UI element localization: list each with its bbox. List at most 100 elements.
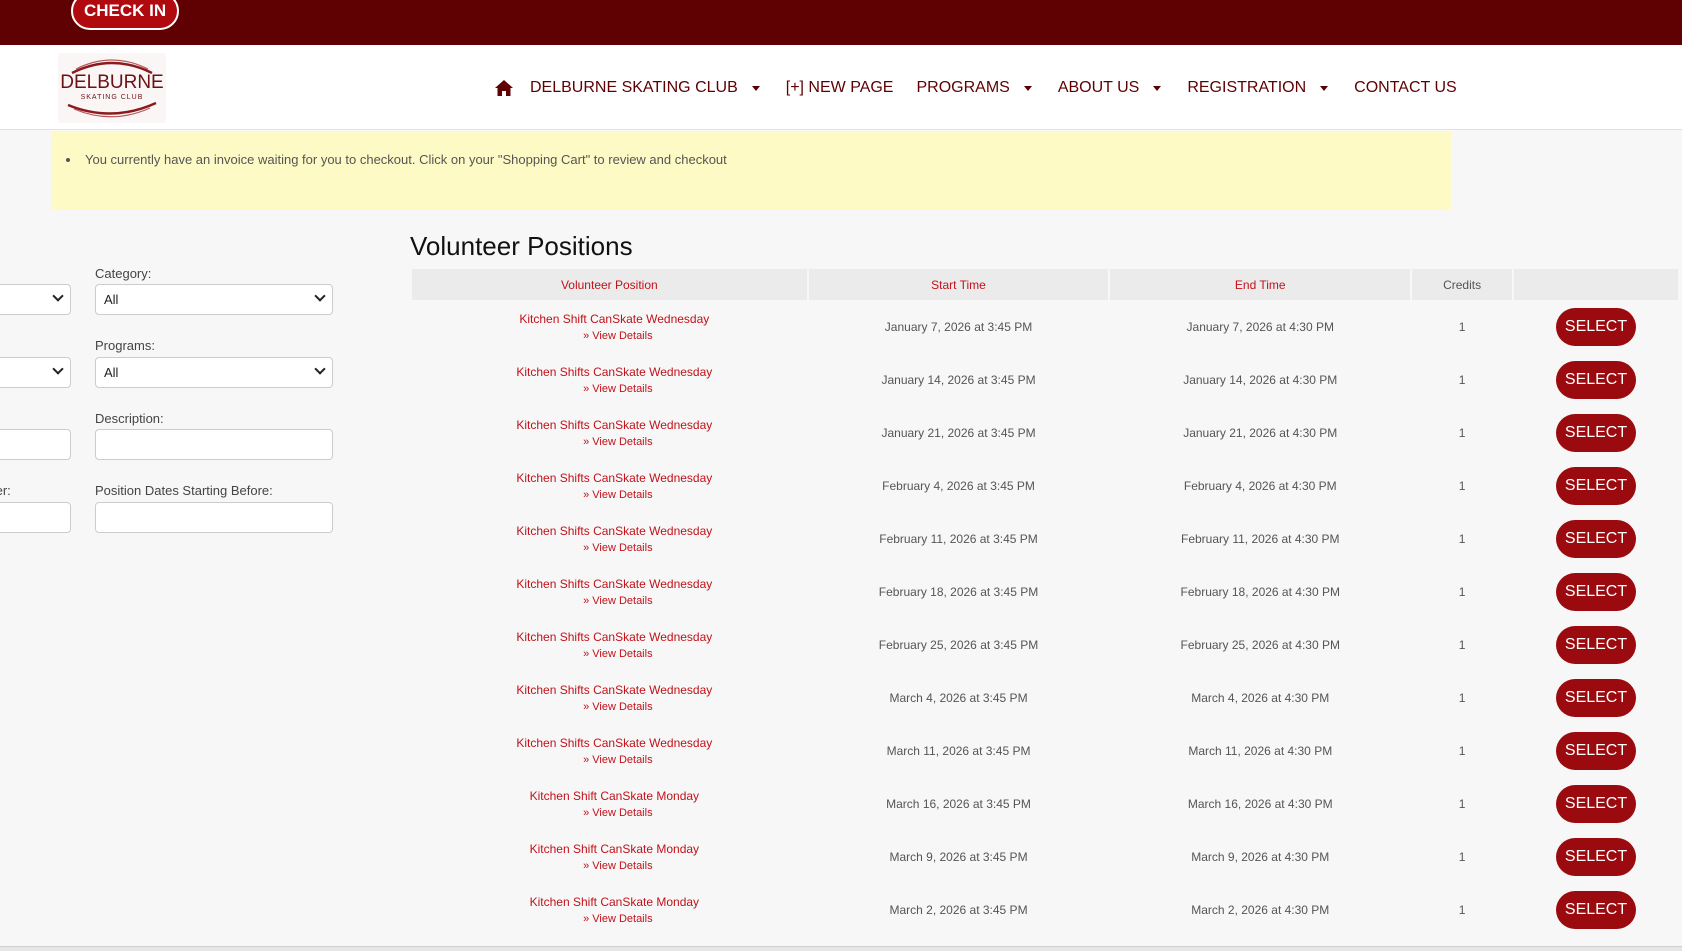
position-name-link[interactable]: Kitchen Shift CanSkate Monday	[422, 895, 807, 909]
nav-item-label: PROGRAMS	[916, 79, 1010, 96]
credits-cell: 1	[1458, 372, 1466, 387]
start-time-cell: March 4, 2026 at 3:45 PM	[889, 690, 1028, 705]
column-header-credits: Credits	[1412, 269, 1513, 300]
caret-down-icon	[751, 85, 760, 91]
select-button[interactable]: SELECT	[1556, 413, 1637, 452]
position-cell: Kitchen Shifts CanSkate Wednesday » View …	[412, 512, 807, 565]
start-time-cell: January 14, 2026 at 3:45 PM	[881, 372, 1036, 387]
position-name-link[interactable]: Kitchen Shift CanSkate Monday	[422, 842, 807, 856]
start-time-cell: March 9, 2026 at 3:45 PM	[889, 849, 1028, 864]
end-time-cell: March 16, 2026 at 4:30 PM	[1187, 796, 1333, 811]
volunteer-positions-table: Volunteer Position Start Time End Time C…	[410, 269, 1680, 936]
left-filter-select[interactable]	[0, 284, 71, 315]
position-cell: Kitchen Shifts CanSkate Wednesday » View …	[412, 353, 807, 406]
view-details-link[interactable]: » View Details	[422, 330, 807, 342]
select-button[interactable]: SELECT	[1556, 731, 1637, 770]
view-details-link[interactable]: » View Details	[422, 383, 807, 395]
logo-graphic: DELBURNE SKATING CLUB	[60, 59, 164, 118]
column-header-position[interactable]: Volunteer Position	[412, 269, 807, 300]
left-filter-input[interactable]	[0, 429, 71, 460]
start-time-cell: March 16, 2026 at 3:45 PM	[886, 796, 1031, 811]
category-select-value: All	[104, 292, 119, 307]
end-time-cell: March 2, 2026 at 4:30 PM	[1191, 902, 1330, 917]
position-name-link[interactable]: Kitchen Shift CanSkate Monday	[422, 789, 807, 803]
select-button[interactable]: SELECT	[1556, 572, 1637, 611]
dates-before-input[interactable]	[95, 502, 333, 533]
view-details-link[interactable]: » View Details	[422, 807, 807, 819]
select-button[interactable]: SELECT	[1556, 890, 1637, 929]
select-button[interactable]: SELECT	[1556, 519, 1637, 558]
credits-cell: 1	[1458, 743, 1466, 758]
table-row: Kitchen Shift CanSkate Monday » View Deta…	[412, 883, 1678, 936]
start-time-cell: March 2, 2026 at 3:45 PM	[889, 902, 1028, 917]
view-details-link[interactable]: » View Details	[422, 701, 807, 713]
nav-item-new-page[interactable]: [+] NEW PAGE	[786, 79, 894, 97]
credits-cell: 1	[1458, 902, 1466, 917]
table-row: Kitchen Shifts CanSkate Wednesday » View …	[412, 512, 1678, 565]
nav-item-about-us[interactable]: ABOUT US	[1058, 79, 1162, 97]
home-icon[interactable]	[494, 79, 514, 97]
position-cell: Kitchen Shifts CanSkate Wednesday » View …	[412, 671, 807, 724]
main-navbar: DELBURNE SKATING CLUB DELBURNE SKATING C…	[0, 45, 1682, 130]
view-details-link[interactable]: » View Details	[422, 595, 807, 607]
table-row: Kitchen Shift CanSkate Monday » View Deta…	[412, 777, 1678, 830]
action-cell: SELECT	[1514, 300, 1678, 353]
left-filter-date-input[interactable]	[0, 502, 71, 533]
credits-cell: 1	[1458, 849, 1466, 864]
view-details-link[interactable]: » View Details	[422, 860, 807, 872]
programs-select[interactable]: All	[95, 357, 333, 388]
nav-item-contact-us[interactable]: CONTACT US	[1354, 79, 1457, 97]
select-button[interactable]: SELECT	[1556, 360, 1637, 399]
position-cell: Kitchen Shifts CanSkate Wednesday » View …	[412, 618, 807, 671]
view-details-link[interactable]: » View Details	[422, 436, 807, 448]
table-row: Kitchen Shifts CanSkate Wednesday » View …	[412, 406, 1678, 459]
position-name-link[interactable]: Kitchen Shifts CanSkate Wednesday	[422, 736, 807, 750]
position-name-link[interactable]: Kitchen Shifts CanSkate Wednesday	[422, 524, 807, 538]
table-header-row: Volunteer Position Start Time End Time C…	[412, 269, 1678, 300]
position-name-link[interactable]: Kitchen Shifts CanSkate Wednesday	[422, 418, 807, 432]
position-cell: Kitchen Shift CanSkate Monday » View Deta…	[412, 883, 807, 936]
category-select[interactable]: All	[95, 284, 333, 315]
nav-item-delburne-skating-club[interactable]: DELBURNE SKATING CLUB	[530, 79, 760, 97]
description-input[interactable]	[95, 429, 333, 460]
nav-item-label: DELBURNE SKATING CLUB	[530, 79, 738, 96]
view-details-link[interactable]: » View Details	[422, 648, 807, 660]
position-name-link[interactable]: Kitchen Shifts CanSkate Wednesday	[422, 365, 807, 379]
position-name-link[interactable]: Kitchen Shifts CanSkate Wednesday	[422, 683, 807, 697]
end-time-cell: March 9, 2026 at 4:30 PM	[1191, 849, 1330, 864]
club-logo[interactable]: DELBURNE SKATING CLUB	[58, 53, 166, 123]
position-name-link[interactable]: Kitchen Shifts CanSkate Wednesday	[422, 630, 807, 644]
left-filter-select-2[interactable]	[0, 357, 71, 388]
programs-label: Programs:	[95, 338, 155, 353]
select-button[interactable]: SELECT	[1556, 466, 1637, 505]
top-bar: CHECK IN	[0, 0, 1682, 45]
nav-item-programs[interactable]: PROGRAMS	[916, 79, 1032, 97]
nav-item-registration[interactable]: REGISTRATION	[1187, 79, 1329, 97]
view-details-link[interactable]: » View Details	[422, 542, 807, 554]
select-button[interactable]: SELECT	[1556, 678, 1637, 717]
select-button[interactable]: SELECT	[1556, 784, 1637, 823]
view-details-link[interactable]: » View Details	[422, 754, 807, 766]
table-row: Kitchen Shifts CanSkate Wednesday » View …	[412, 353, 1678, 406]
select-button[interactable]: SELECT	[1556, 837, 1637, 876]
view-details-link[interactable]: » View Details	[422, 489, 807, 501]
start-time-cell: February 11, 2026 at 3:45 PM	[879, 531, 1038, 546]
check-in-button[interactable]: CHECK IN	[71, 0, 180, 30]
select-button[interactable]: SELECT	[1556, 307, 1637, 346]
end-time-cell: February 18, 2026 at 4:30 PM	[1180, 584, 1340, 599]
column-header-start-time[interactable]: Start Time	[808, 269, 1109, 300]
logo-subtitle: SKATING CLUB	[81, 94, 144, 101]
position-cell: Kitchen Shifts CanSkate Wednesday » View …	[412, 406, 807, 459]
position-name-link[interactable]: Kitchen Shift CanSkate Wednesday	[422, 312, 807, 326]
credits-cell: 1	[1458, 796, 1466, 811]
select-button[interactable]: SELECT	[1556, 625, 1637, 664]
programs-select-value: All	[104, 365, 119, 380]
position-name-link[interactable]: Kitchen Shifts CanSkate Wednesday	[422, 471, 807, 485]
action-cell: SELECT	[1514, 459, 1678, 512]
end-time-cell: January 7, 2026 at 4:30 PM	[1186, 319, 1334, 334]
action-cell: SELECT	[1514, 671, 1678, 724]
column-header-action	[1514, 269, 1678, 300]
view-details-link[interactable]: » View Details	[422, 913, 807, 925]
column-header-end-time[interactable]: End Time	[1110, 269, 1411, 300]
position-name-link[interactable]: Kitchen Shifts CanSkate Wednesday	[422, 577, 807, 591]
